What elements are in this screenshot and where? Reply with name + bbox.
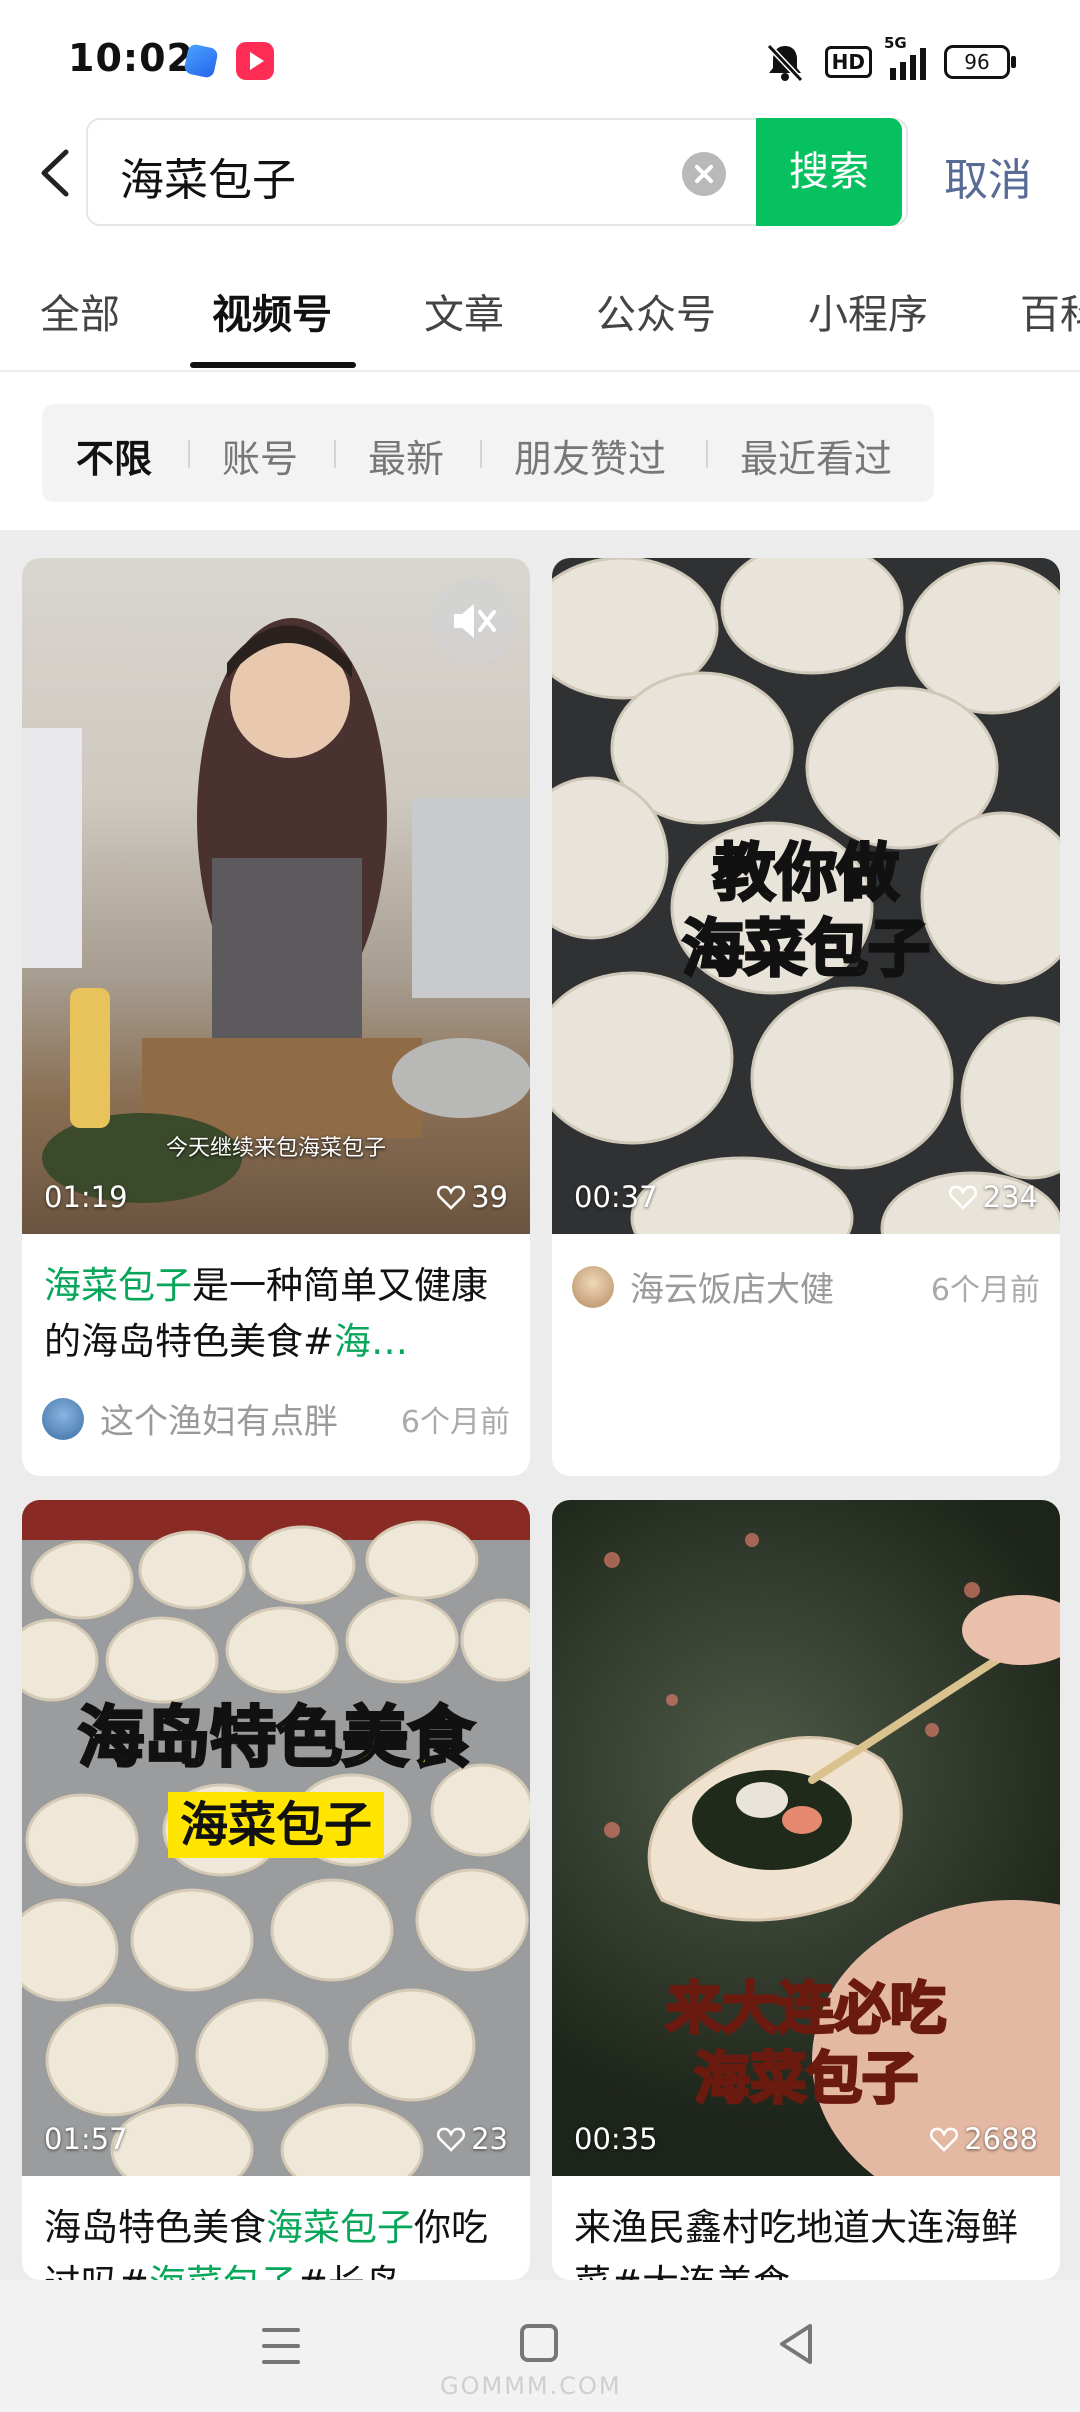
title-highlight: 海… bbox=[334, 1320, 409, 1363]
title-text: #长岛 bbox=[297, 2262, 402, 2280]
status-time: 10:02 bbox=[68, 36, 194, 80]
tab-channels[interactable]: 视频号 bbox=[212, 282, 332, 340]
title-highlight: 海菜包子 bbox=[266, 2206, 414, 2249]
video-title[interactable]: 海菜包子是一种简单又健康的海岛特色美食#海… bbox=[44, 1258, 508, 1370]
video-meta: 这个渔妇有点胖 6个月前 bbox=[42, 1394, 510, 1443]
video-overlay-subtitle: 海菜包子 bbox=[693, 2046, 920, 2114]
battery-icon: 96 bbox=[944, 45, 1016, 79]
heart-icon bbox=[437, 2127, 466, 2152]
video-thumbnail[interactable]: 教你做 海菜包子 00:37 234 bbox=[552, 558, 1060, 1234]
filter-bar: 不限 账号 最新 朋友赞过 最近看过 bbox=[42, 404, 934, 502]
video-card[interactable]: 今天继续来包海菜包子 01:19 39 海菜包子是一种简单又健康的海岛特色美食#… bbox=[22, 558, 530, 1476]
video-card[interactable]: 来大连必吃 海菜包子 00:35 2688 来渔民鑫村吃地道大连海鲜菜#大连美食 bbox=[552, 1500, 1060, 2280]
app-notification-icon bbox=[183, 43, 219, 79]
filter-recently-viewed[interactable]: 最近看过 bbox=[740, 428, 892, 483]
video-likes: 2688 bbox=[930, 2122, 1038, 2156]
heart-icon bbox=[437, 1185, 466, 1210]
search-query[interactable]: 海菜包子 bbox=[120, 144, 296, 208]
video-title[interactable]: 海岛特色美食海菜包子你吃过吗#海菜包子#长岛 bbox=[44, 2200, 508, 2280]
video-duration: 01:19 bbox=[44, 1180, 128, 1214]
video-likes: 234 bbox=[948, 1180, 1038, 1214]
filter-any[interactable]: 不限 bbox=[76, 428, 152, 483]
video-card[interactable]: 海岛特色美食 海菜包子 01:57 23 海岛特色美食海菜包子你吃过吗#海菜包子… bbox=[22, 1500, 530, 2280]
video-likes: 39 bbox=[437, 1180, 508, 1214]
tab-encyclopedia[interactable]: 百科 bbox=[1020, 282, 1080, 340]
system-nav-bar: GOMMM.COM bbox=[0, 2280, 1080, 2412]
video-meta: 海云饭店大健 6个月前 bbox=[572, 1262, 1040, 1311]
post-time: 6个月前 bbox=[400, 1404, 510, 1440]
title-highlight: 海菜包子 bbox=[149, 2262, 297, 2280]
video-card[interactable]: 教你做 海菜包子 00:37 234 海云饭店大健 6个月前 bbox=[552, 558, 1060, 1476]
video-title[interactable]: 来渔民鑫村吃地道大连海鲜菜#大连美食 bbox=[574, 2200, 1038, 2280]
mute-bell-icon bbox=[766, 43, 803, 82]
chevron-left-icon[interactable] bbox=[36, 148, 76, 198]
like-count: 39 bbox=[471, 1180, 508, 1214]
like-count: 23 bbox=[471, 2122, 508, 2156]
status-icons: HD 5G 96 bbox=[763, 34, 1016, 82]
video-duration: 00:35 bbox=[574, 2122, 658, 2156]
tab-articles[interactable]: 文章 bbox=[424, 282, 504, 340]
avatar[interactable] bbox=[572, 1265, 614, 1308]
video-app-notification-icon bbox=[236, 42, 274, 80]
filter-latest[interactable]: 最新 bbox=[368, 428, 444, 483]
network-type: 5G bbox=[884, 34, 907, 52]
title-highlight: 海菜包子 bbox=[44, 1264, 192, 1307]
filter-divider bbox=[706, 440, 708, 468]
hd-icon: HD bbox=[824, 46, 872, 78]
video-overlay-subtitle: 海菜包子 bbox=[168, 1792, 384, 1858]
video-overlay-title: 海岛特色美食 bbox=[77, 1698, 476, 1778]
filter-friends-liked[interactable]: 朋友赞过 bbox=[514, 428, 666, 483]
filter-divider bbox=[334, 440, 336, 468]
author-name[interactable]: 这个渔妇有点胖 bbox=[100, 1394, 401, 1443]
search-button[interactable]: 搜索 bbox=[756, 118, 902, 226]
heart-icon bbox=[948, 1185, 977, 1210]
video-overlay-title: 来大连必吃 bbox=[665, 1976, 948, 2044]
filter-divider bbox=[480, 440, 482, 468]
signal-icon: 5G bbox=[884, 34, 926, 80]
back-triangle-icon[interactable] bbox=[776, 2322, 816, 2366]
cancel-button[interactable]: 取消 bbox=[944, 144, 1032, 208]
video-thumbnail[interactable]: 海岛特色美食 海菜包子 01:57 23 bbox=[22, 1500, 530, 2176]
avatar[interactable] bbox=[42, 1397, 84, 1440]
video-duration: 01:57 bbox=[44, 2122, 128, 2156]
video-thumbnail[interactable]: 今天继续来包海菜包子 01:19 39 bbox=[22, 558, 530, 1234]
filter-account[interactable]: 账号 bbox=[222, 428, 298, 483]
author-name[interactable]: 海云饭店大健 bbox=[630, 1262, 931, 1311]
video-caption-overlay: 今天继续来包海菜包子 bbox=[165, 1136, 386, 1161]
video-likes: 23 bbox=[437, 2122, 508, 2156]
home-square-icon[interactable] bbox=[520, 2324, 558, 2362]
status-bar: 10:02 HD 5G 96 bbox=[0, 0, 1080, 112]
like-count: 234 bbox=[982, 1180, 1038, 1214]
search-category-tabs: 全部 视频号 文章 公众号 小程序 百科 bbox=[0, 274, 1080, 370]
video-duration: 00:37 bbox=[574, 1180, 658, 1214]
heart-icon bbox=[930, 2127, 959, 2152]
mute-speaker-icon[interactable] bbox=[430, 578, 516, 664]
watermark-text: GOMMM.COM bbox=[440, 2372, 622, 2400]
filter-divider bbox=[188, 440, 190, 468]
tab-official-accounts[interactable]: 公众号 bbox=[596, 282, 716, 340]
video-thumbnail[interactable]: 来大连必吃 海菜包子 00:35 2688 bbox=[552, 1500, 1060, 2176]
menu-icon[interactable] bbox=[262, 2328, 300, 2364]
post-time: 6个月前 bbox=[930, 1272, 1040, 1308]
title-text: 海岛特色美食 bbox=[44, 2206, 266, 2249]
active-tab-indicator bbox=[190, 362, 356, 368]
video-overlay-subtitle: 海菜包子 bbox=[680, 911, 931, 987]
tab-mini-programs[interactable]: 小程序 bbox=[808, 282, 928, 340]
like-count: 2688 bbox=[964, 2122, 1038, 2156]
divider bbox=[0, 370, 1080, 372]
tab-all[interactable]: 全部 bbox=[40, 282, 120, 340]
clear-circle-icon[interactable] bbox=[682, 152, 726, 196]
